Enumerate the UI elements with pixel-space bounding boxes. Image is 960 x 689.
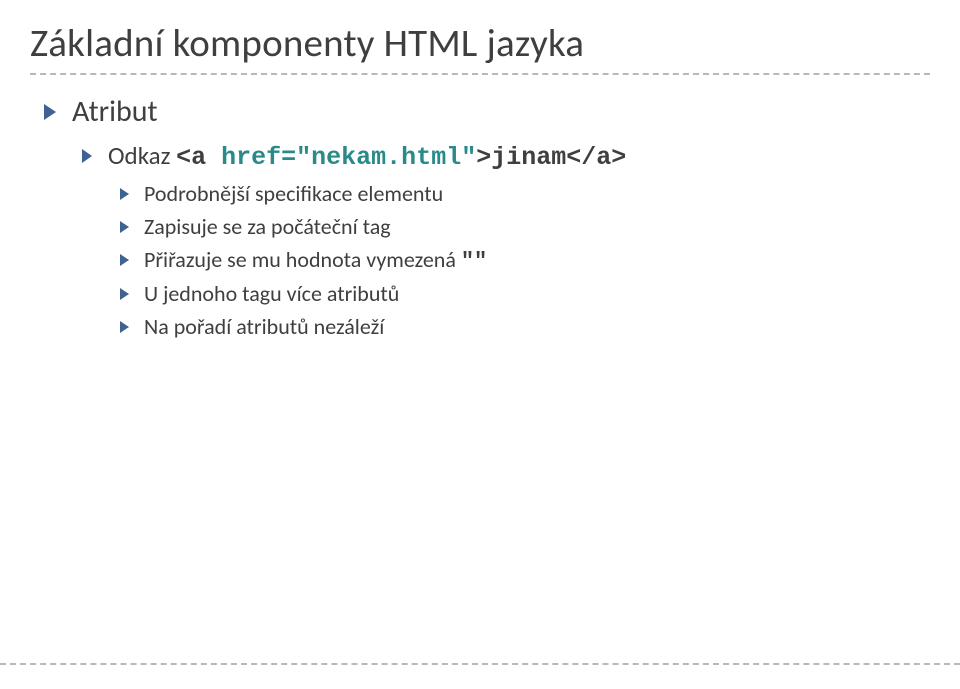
triangle-bullet-icon bbox=[120, 188, 130, 200]
bullet-level3-text: Podrobnější specifikace elementu bbox=[144, 180, 443, 207]
bullet-level2: Odkaz <a href="nekam.html">jinam</a> bbox=[82, 140, 930, 172]
bullet-level3: Podrobnější specifikace elementu bbox=[120, 180, 930, 207]
triangle-bullet-icon bbox=[120, 288, 130, 300]
bullet-level3-text: Zapisuje se za počáteční tag bbox=[144, 213, 391, 240]
slide: Základní komponenty HTML jazyka Atribut … bbox=[0, 0, 960, 689]
bullet-level1-text: Atribut bbox=[72, 93, 158, 130]
bullet-level3: Zapisuje se za počáteční tag bbox=[120, 213, 930, 240]
code-prefix: Odkaz bbox=[108, 140, 176, 171]
bullet-level3-text: Na pořadí atributů nezáleží bbox=[144, 313, 384, 340]
bullet-level3-text: Přiřazuje se mu hodnota vymezená "" bbox=[144, 246, 487, 274]
triangle-bullet-icon bbox=[120, 254, 130, 266]
code-segment: "" bbox=[461, 249, 487, 274]
triangle-bullet-icon bbox=[82, 149, 94, 163]
slide-title: Základní komponenty HTML jazyka bbox=[30, 20, 930, 67]
bullet-level3-text: U jednoho tagu více atributů bbox=[144, 280, 399, 307]
triangle-bullet-icon bbox=[120, 321, 130, 333]
code-segment: >jinam</a> bbox=[476, 143, 626, 172]
triangle-bullet-icon bbox=[44, 104, 58, 120]
text-segment: Přiřazuje se mu hodnota vymezená bbox=[144, 246, 461, 273]
title-divider bbox=[30, 73, 930, 75]
bullet-level3: U jednoho tagu více atributů bbox=[120, 280, 930, 307]
code-segment: <a bbox=[176, 143, 221, 172]
code-highlight-segment: href="nekam.html" bbox=[221, 143, 476, 172]
bullet-level3: Přiřazuje se mu hodnota vymezená "" bbox=[120, 246, 930, 274]
triangle-bullet-icon bbox=[120, 221, 130, 233]
bullet-level2-text: Odkaz <a href="nekam.html">jinam</a> bbox=[108, 140, 626, 172]
bullet-level3: Na pořadí atributů nezáleží bbox=[120, 313, 930, 340]
footer-divider bbox=[0, 663, 960, 665]
bullet-level1: Atribut bbox=[44, 93, 930, 130]
